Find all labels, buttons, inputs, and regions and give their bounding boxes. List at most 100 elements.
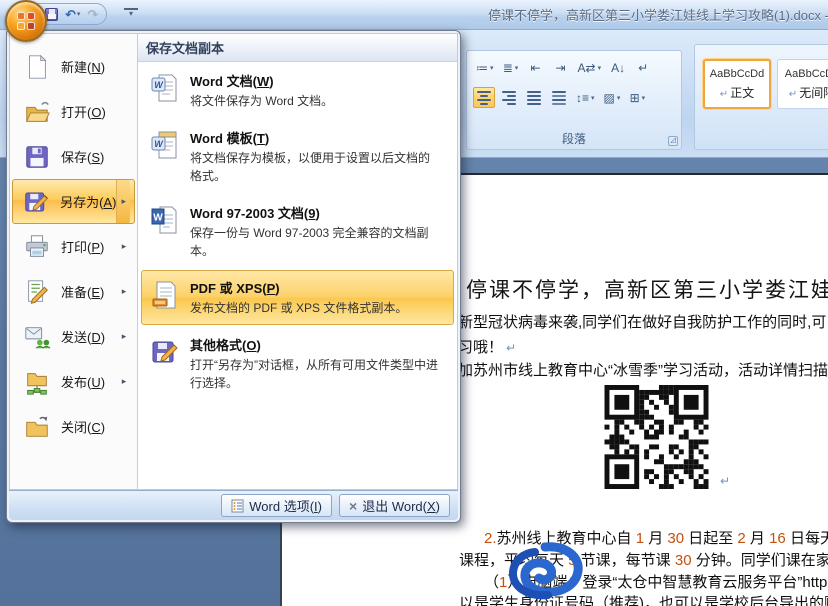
submenu-arrow-icon: ▸ <box>118 376 130 387</box>
menu-item-label: 打印(P) <box>61 237 104 256</box>
sort-icon: A↓ <box>611 61 625 75</box>
increase-indent-icon: ⇥ <box>555 61 565 75</box>
chevron-down-icon: ▾ <box>591 94 595 102</box>
styles-gallery: AaBbCcDd ↵正文 AaBbCcDd ↵无间隔 <box>694 44 828 150</box>
submenu-item-word-document[interactable]: W Word 文档(W) 将文件保存为 Word 文档。 <box>141 63 454 118</box>
line-spacing-icon: ↕≡ <box>576 91 589 105</box>
watermark-logo <box>504 541 586 601</box>
sort-button[interactable]: A↓ <box>607 57 629 78</box>
justify-button[interactable] <box>523 87 545 108</box>
chevron-down-icon: ▾ <box>490 64 494 72</box>
submenu-arrow-icon: ▸ <box>118 241 130 252</box>
numbered-list-icon: ≔ <box>476 61 488 75</box>
align-center-icon <box>477 91 491 105</box>
paragraph-dialog-launcher[interactable]: ◿ <box>668 136 678 146</box>
submenu-item-desc: 将文件保存为 Word 文档。 <box>190 93 333 110</box>
window-title: 停课不停学，高新区第三小学娄江娃线上学习攻略(1).docx - Micr <box>488 5 828 24</box>
menu-item-open[interactable]: 打开(O) <box>12 89 135 134</box>
chevron-down-icon: ▾ <box>642 94 646 102</box>
align-center-button[interactable] <box>473 87 495 108</box>
menu-item-save-as[interactable]: 另存为(A) ▸ <box>12 179 135 224</box>
submenu-item-word-template[interactable]: W Word 模板(T) 将文档保存为模板，以便用于设置以后文档的格式。 <box>141 120 454 193</box>
asian-layout-icon: A⇄ <box>578 61 596 75</box>
svg-text:W: W <box>153 213 163 224</box>
distribute-button[interactable] <box>548 87 570 108</box>
office-menu-left-column: 新建(N) 打开(O) 保存(S) 另存为(A) ▸ 打印( <box>10 34 138 489</box>
submenu-item-pdf-xps[interactable]: PDF 或 XPS(P) 发布文档的 PDF 或 XPS 文件格式副本。 <box>141 270 454 325</box>
redo-icon: ↷ <box>87 8 98 21</box>
submenu-item-title: PDF 或 XPS(P) <box>190 278 407 297</box>
new-document-icon <box>23 53 51 81</box>
paragraph-group: ≔▾ ≣▾ ⇤ ⇥ A⇄▾ A↓ ↵ ↕≡▾ ▨▾ ⊞▾ 段落 ◿ <box>466 50 682 150</box>
save-as-icon <box>23 188 50 216</box>
align-right-button[interactable] <box>498 87 520 108</box>
menu-item-label: 关闭(C) <box>61 417 105 436</box>
save-icon <box>23 143 51 171</box>
style-sample: AaBbCcDd <box>710 68 764 80</box>
open-folder-icon <box>23 98 51 126</box>
style-name: ↵无间隔 <box>789 84 828 101</box>
menu-item-publish[interactable]: 发布(U) ▸ <box>12 359 135 404</box>
decrease-indent-icon: ⇤ <box>530 61 540 75</box>
style-normal[interactable]: AaBbCcDd ↵正文 <box>703 59 771 109</box>
prepare-icon <box>23 278 51 306</box>
numbered-list-button[interactable]: ≔▾ <box>473 57 497 78</box>
word-template-icon: W <box>150 130 180 160</box>
line-spacing-button[interactable]: ↕≡▾ <box>573 87 598 108</box>
style-name: ↵正文 <box>720 84 754 101</box>
exit-word-label: 退出 Word(X) <box>362 496 440 515</box>
menu-item-print[interactable]: 打印(P) ▸ <box>12 224 135 269</box>
chevron-down-icon: ▾ <box>515 64 519 72</box>
word-options-button[interactable]: Word 选项(I) <box>221 494 332 517</box>
shading-icon: ▨ <box>604 91 615 105</box>
undo-button[interactable]: ↶▾ <box>65 8 80 21</box>
exit-word-button[interactable]: × 退出 Word(X) <box>339 494 450 517</box>
submenu-arrow-icon: ▸ <box>116 180 130 223</box>
increase-indent-button[interactable]: ⇥ <box>550 57 572 78</box>
title-bar: 停课不停学，高新区第三小学娄江娃线上学习攻略(1).docx - Micr ↶▾… <box>0 0 828 30</box>
document-heading: 停课不停学，高新区第三小学娄江娃线上学 <box>466 274 828 304</box>
show-marks-button[interactable]: ↵ <box>632 57 654 78</box>
decrease-indent-button[interactable]: ⇤ <box>525 57 547 78</box>
submenu-item-title: 其他格式(O) <box>190 335 440 354</box>
menu-item-prepare[interactable]: 准备(E) ▸ <box>12 269 135 314</box>
multilevel-list-button[interactable]: ≣▾ <box>500 57 522 78</box>
redo-button[interactable]: ↷ <box>87 8 98 21</box>
submenu-arrow-icon: ▸ <box>118 286 130 297</box>
menu-item-label: 保存(S) <box>61 147 104 166</box>
paragraph-mark-icon: ↵ <box>789 89 797 100</box>
office-button[interactable] <box>5 0 47 42</box>
menu-item-close[interactable]: 关闭(C) <box>12 404 135 449</box>
document-line: 新型冠状病毒来袭,同学们在做好自我防护工作的同时,可以 <box>458 311 828 332</box>
menu-item-new[interactable]: 新建(N) <box>12 44 135 89</box>
menu-item-label: 发布(U) <box>61 372 105 391</box>
menu-item-send[interactable]: 发送(D) ▸ <box>12 314 135 359</box>
submenu-item-other-formats[interactable]: 其他格式(O) 打开“另存为”对话框，从所有可用文件类型中进行选择。 <box>141 327 454 400</box>
submenu-item-desc: 打开“另存为”对话框，从所有可用文件类型中进行选择。 <box>190 357 440 392</box>
paragraph-group-label: 段落 <box>467 130 681 147</box>
asian-layout-button[interactable]: A⇄▾ <box>575 57 605 78</box>
style-no-spacing[interactable]: AaBbCcDd ↵无间隔 <box>777 59 828 109</box>
chevron-down-icon: ▾ <box>598 64 602 72</box>
close-folder-icon <box>23 413 51 441</box>
customize-qat-button[interactable]: ▾ <box>124 8 138 18</box>
document-line: 加苏州市线上教育中心“冰雪季”学习活动，活动详情扫描二 <box>458 359 828 380</box>
word-97-2003-icon: W <box>150 205 180 235</box>
shading-button[interactable]: ▨▾ <box>601 87 624 108</box>
menu-item-save[interactable]: 保存(S) <box>12 134 135 179</box>
menu-item-label: 准备(E) <box>61 282 104 301</box>
office-menu-footer: Word 选项(I) × 退出 Word(X) <box>9 490 458 520</box>
paragraph-mark-icon: ↵ <box>506 341 516 355</box>
submenu-item-word-97-2003[interactable]: W Word 97-2003 文档(9) 保存一份与 Word 97-2003 … <box>141 195 454 268</box>
word-options-label: Word 选项(I) <box>249 496 322 515</box>
borders-button[interactable]: ⊞▾ <box>626 87 648 108</box>
submenu-item-title: Word 模板(T) <box>190 128 440 147</box>
word-document-icon: W <box>150 73 180 103</box>
save-as-submenu: 保存文档副本 W Word 文档(W) 将文件保存为 Word 文档。 W Wo… <box>138 34 457 489</box>
undo-icon: ↶ <box>65 8 76 21</box>
submenu-item-desc: 发布文档的 PDF 或 XPS 文件格式副本。 <box>190 300 407 317</box>
printer-icon <box>23 233 51 261</box>
menu-item-label: 新建(N) <box>61 57 105 76</box>
paragraph-mark-icon: ↵ <box>638 61 648 75</box>
submenu-item-title: Word 97-2003 文档(9) <box>190 203 440 222</box>
